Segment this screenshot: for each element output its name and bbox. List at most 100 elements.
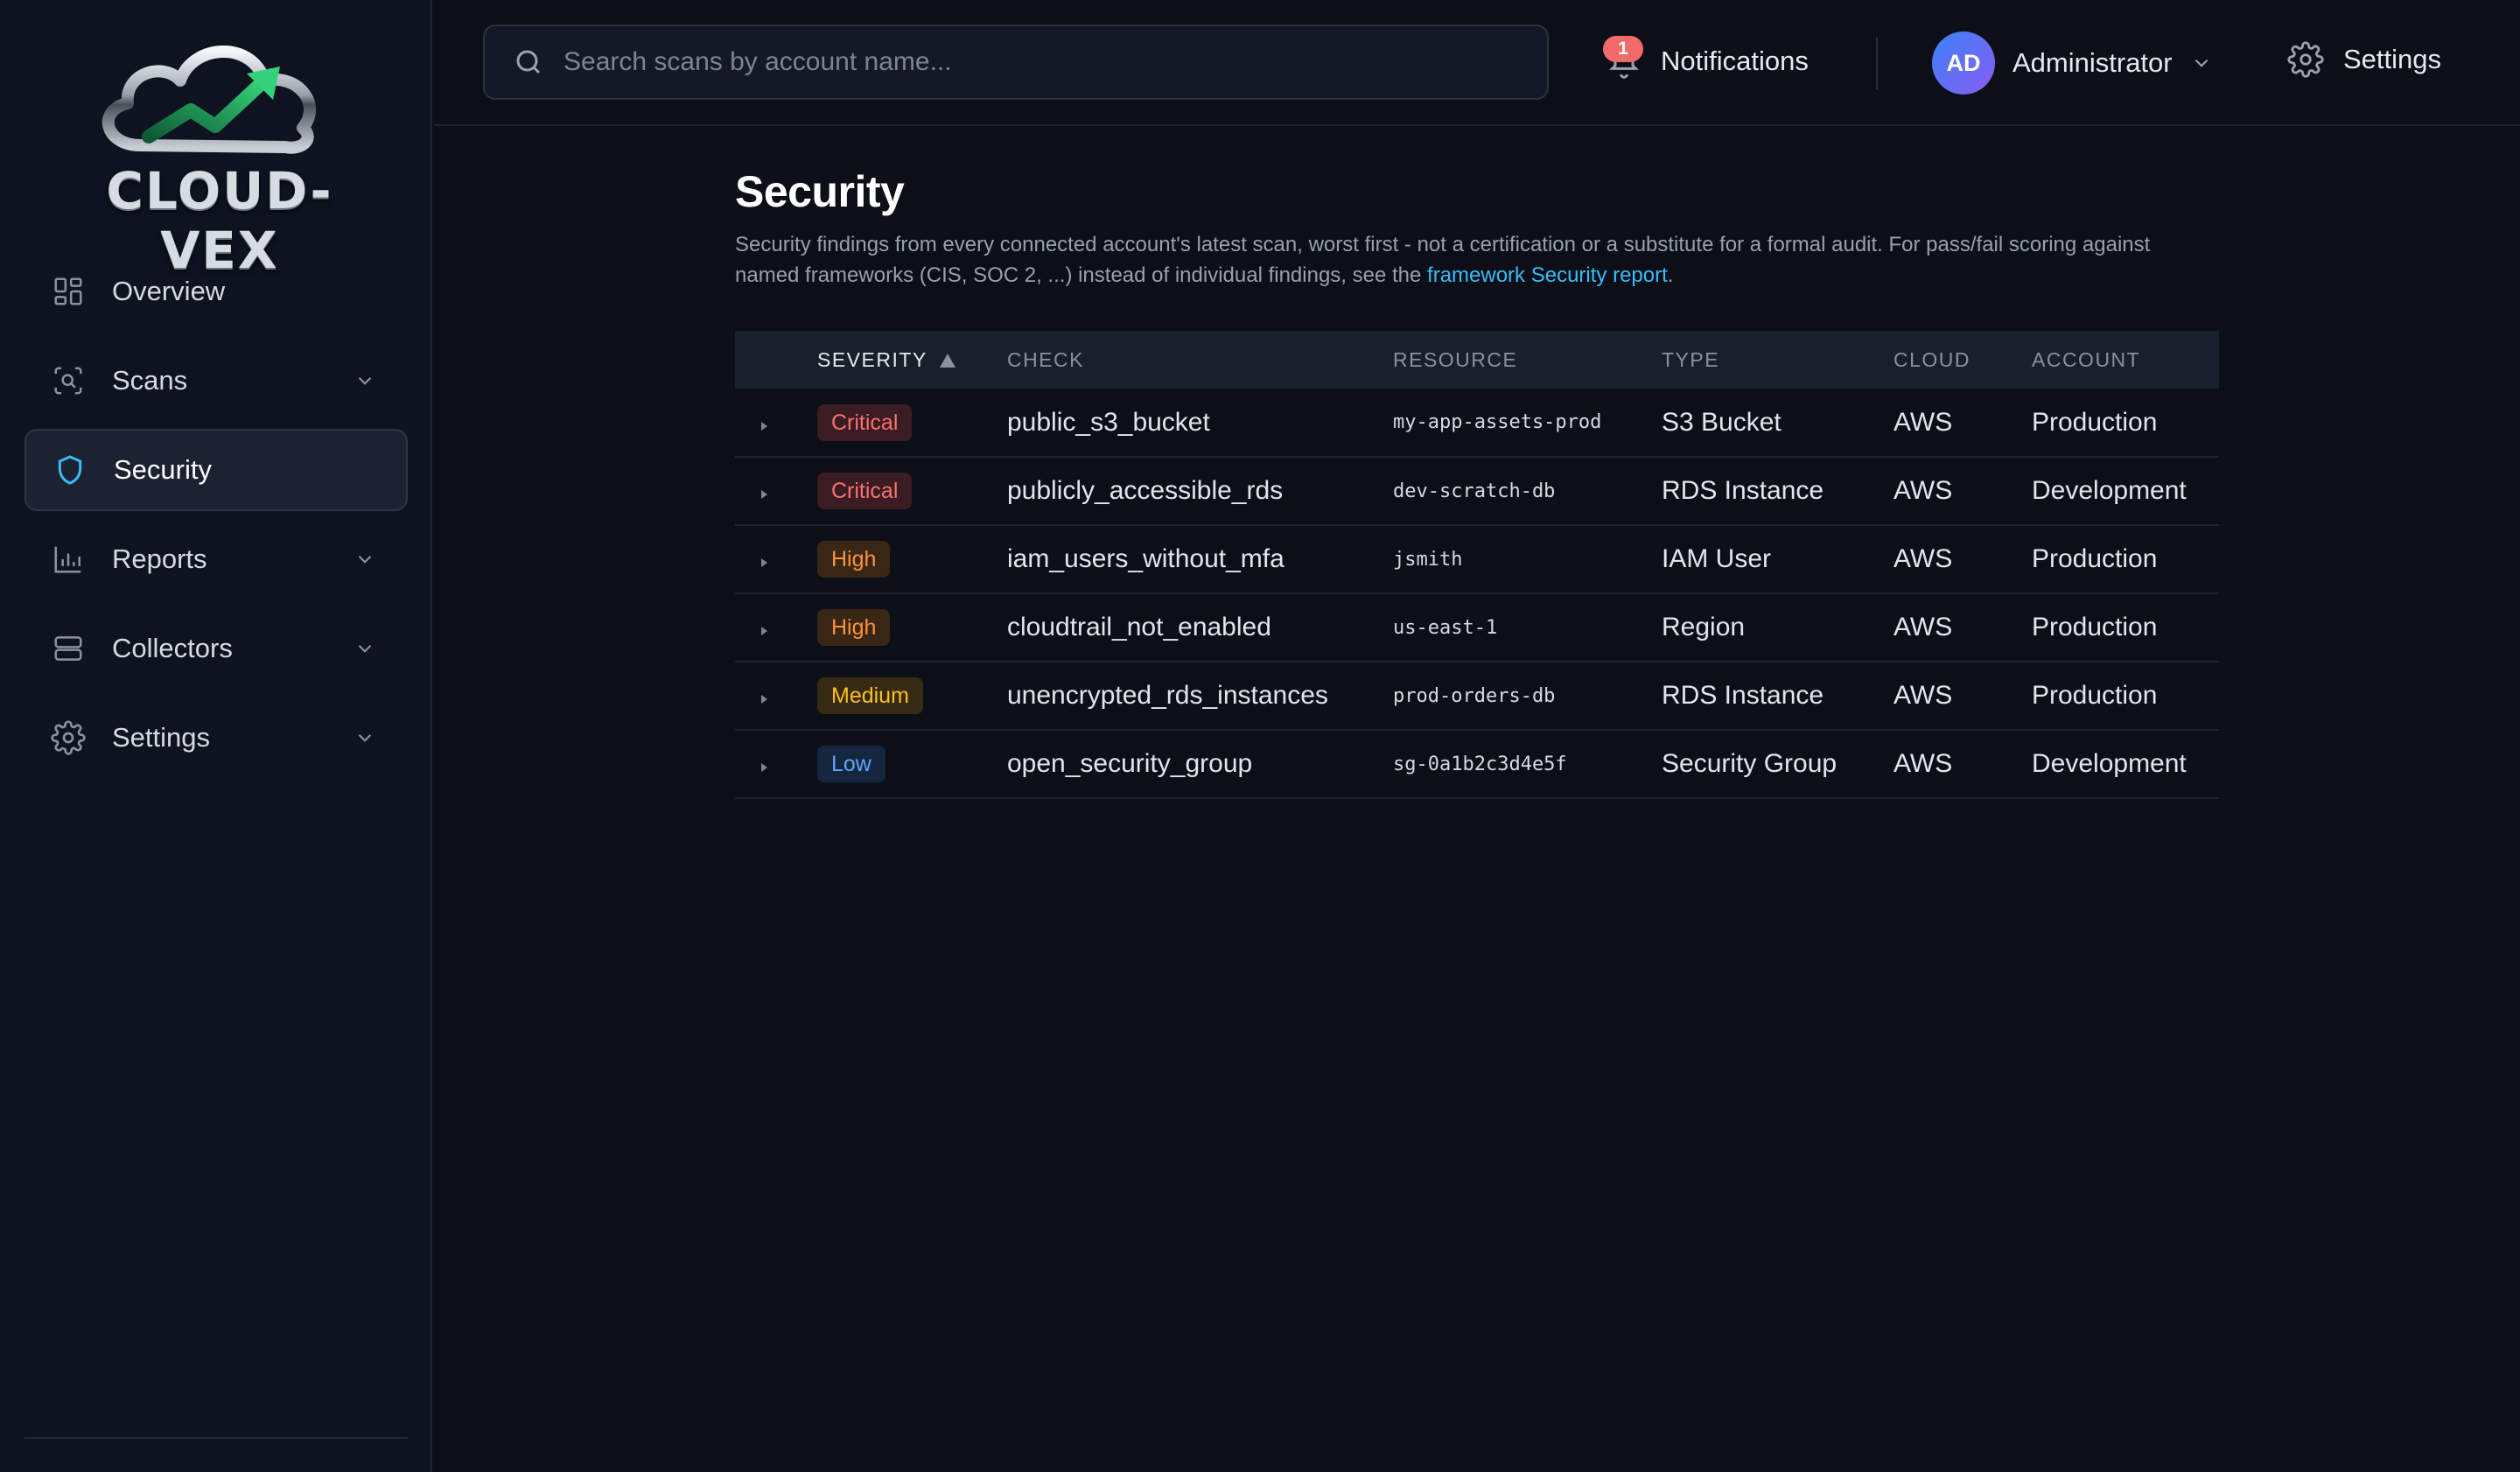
table-row[interactable]: Critical public_s3_bucket my-app-assets-pr… xyxy=(735,389,2219,457)
caret-right-icon xyxy=(761,421,767,431)
bell-icon: 1 xyxy=(1603,36,1643,83)
account-cell: Production xyxy=(2032,407,2158,437)
account-cell: Production xyxy=(2032,613,2158,641)
table-row[interactable]: High cloudtrail_not_enabled us-east-1 Regio… xyxy=(735,593,2219,662)
severity-badge: High xyxy=(817,541,891,578)
table-row[interactable]: Critical publicly_accessible_rds dev-scrat… xyxy=(735,457,2219,525)
type-cell: RDS Instance xyxy=(1662,476,1824,505)
expand-row-toggle[interactable] xyxy=(735,730,817,798)
type-cell: Region xyxy=(1662,613,1746,641)
cloud-cell: AWS xyxy=(1894,613,1953,641)
resource-cell: us-east-1 xyxy=(1393,616,1498,639)
severity-cell: Low xyxy=(817,730,1007,798)
chevron-down-icon xyxy=(2194,59,2208,67)
column-header-severity[interactable]: SEVERITY xyxy=(817,331,1007,389)
severity-badge: Medium xyxy=(817,677,923,714)
caret-right-icon xyxy=(761,695,767,704)
sidebar-item-label: Security xyxy=(114,454,212,485)
page-description: Security findings from every connected a… xyxy=(735,229,2219,291)
chevron-down-icon[interactable] xyxy=(354,726,376,749)
search-input[interactable] xyxy=(564,47,1547,77)
chevron-down-icon[interactable] xyxy=(354,369,376,392)
notifications-label: Notifications xyxy=(1661,46,1809,76)
sidebar-item-label: Collectors xyxy=(112,633,233,663)
account-cell: Development xyxy=(2032,749,2187,778)
chevron-down-icon[interactable] xyxy=(354,548,376,571)
description-end: . xyxy=(1667,263,1674,287)
expand-row-toggle[interactable] xyxy=(735,662,817,730)
findings-table: SEVERITY CHECK RESOURCE TYPE CLOUD ACCOU… xyxy=(735,331,2219,799)
notifications-button[interactable]: 1 Notifications xyxy=(1603,35,1809,88)
severity-cell: High xyxy=(817,593,1007,662)
column-header-account[interactable]: ACCOUNT xyxy=(2032,331,2219,389)
column-header-type[interactable]: TYPE xyxy=(1662,331,1894,389)
check-cell: open_security_group xyxy=(1007,749,1253,778)
sidebar-nav: Overview Scans Security Reports Collecto… xyxy=(24,250,408,786)
topbar: 1 Notifications AD Administrator Setting… xyxy=(434,0,2520,126)
sidebar-item-reports[interactable]: Reports xyxy=(24,518,408,600)
sidebar-item-scans[interactable]: Scans xyxy=(24,340,408,422)
resource-cell: sg-0a1b2c3d4e5f xyxy=(1393,753,1567,775)
main-content: Security Security findings from every co… xyxy=(735,166,2219,799)
sidebar-item-label: Reports xyxy=(112,543,207,574)
gear-icon xyxy=(51,720,86,755)
sidebar-item-security[interactable]: Security xyxy=(24,429,408,511)
caret-right-icon xyxy=(761,490,767,499)
table-row[interactable]: Medium unencrypted_rds_instances prod-orde… xyxy=(735,662,2219,730)
search-box[interactable] xyxy=(483,25,1549,100)
sort-ascending-icon xyxy=(939,353,956,368)
expand-column-header xyxy=(735,331,817,389)
cloud-cell: AWS xyxy=(1894,681,1953,710)
severity-cell: Critical xyxy=(817,457,1007,525)
bar-chart-icon xyxy=(51,542,86,577)
resource-cell: my-app-assets-prod xyxy=(1393,411,1602,433)
sidebar-item-settings[interactable]: Settings xyxy=(24,697,408,779)
sidebar-item-overview[interactable]: Overview xyxy=(24,250,408,333)
sidebar-item-label: Scans xyxy=(112,365,188,396)
shield-icon xyxy=(52,452,88,487)
notification-count-badge: 1 xyxy=(1603,36,1643,62)
page-title: Security xyxy=(735,167,905,216)
check-cell: iam_users_without_mfa xyxy=(1007,544,1284,573)
cloud-cell: AWS xyxy=(1894,407,1953,437)
column-header-check[interactable]: CHECK xyxy=(1007,331,1393,389)
check-cell: cloudtrail_not_enabled xyxy=(1007,613,1271,641)
search-icon xyxy=(511,45,546,80)
severity-cell: High xyxy=(817,525,1007,593)
caret-right-icon xyxy=(761,627,767,635)
expand-row-toggle[interactable] xyxy=(735,525,817,593)
user-menu[interactable]: AD Administrator xyxy=(1932,32,2213,95)
expand-row-toggle[interactable] xyxy=(735,389,817,457)
check-cell: public_s3_bucket xyxy=(1007,407,1210,437)
chevron-down-icon[interactable] xyxy=(354,637,376,660)
account-cell: Production xyxy=(2032,681,2158,710)
sidebar-item-label: Overview xyxy=(112,276,226,306)
scan-search-icon xyxy=(51,363,86,398)
severity-badge: High xyxy=(817,609,891,646)
column-header-cloud[interactable]: CLOUD xyxy=(1894,331,2032,389)
severity-cell: Medium xyxy=(817,662,1007,730)
dashboard-grid-icon xyxy=(51,274,86,309)
check-cell: publicly_accessible_rds xyxy=(1007,476,1284,505)
type-cell: RDS Instance xyxy=(1662,681,1824,710)
severity-badge: Low xyxy=(817,746,886,782)
table-row[interactable]: Low open_security_group sg-0a1b2c3d4e5f Sec… xyxy=(735,730,2219,798)
cloud-logo-icon xyxy=(102,46,316,154)
sidebar-item-collectors[interactable]: Collectors xyxy=(24,607,408,690)
cloud-cell: AWS xyxy=(1894,544,1953,573)
resource-cell: prod-orders-db xyxy=(1393,684,1556,707)
settings-label: Settings xyxy=(2343,44,2442,74)
caret-right-icon xyxy=(761,558,767,567)
framework-report-link[interactable]: framework Security report xyxy=(1427,263,1668,287)
server-icon xyxy=(51,631,86,666)
settings-button[interactable]: Settings xyxy=(2287,33,2441,86)
expand-row-toggle[interactable] xyxy=(735,593,817,662)
table-row[interactable]: High iam_users_without_mfa jsmith IAM User A… xyxy=(735,525,2219,593)
column-header-resource[interactable]: RESOURCE xyxy=(1393,331,1662,389)
table-header-row: SEVERITY CHECK RESOURCE TYPE CLOUD ACCOU… xyxy=(735,331,2219,389)
user-name: Administrator xyxy=(2012,47,2173,78)
severity-badge: Critical xyxy=(817,473,913,509)
resource-cell: jsmith xyxy=(1393,548,1463,571)
expand-row-toggle[interactable] xyxy=(735,457,817,525)
resource-cell: dev-scratch-db xyxy=(1393,480,1556,502)
